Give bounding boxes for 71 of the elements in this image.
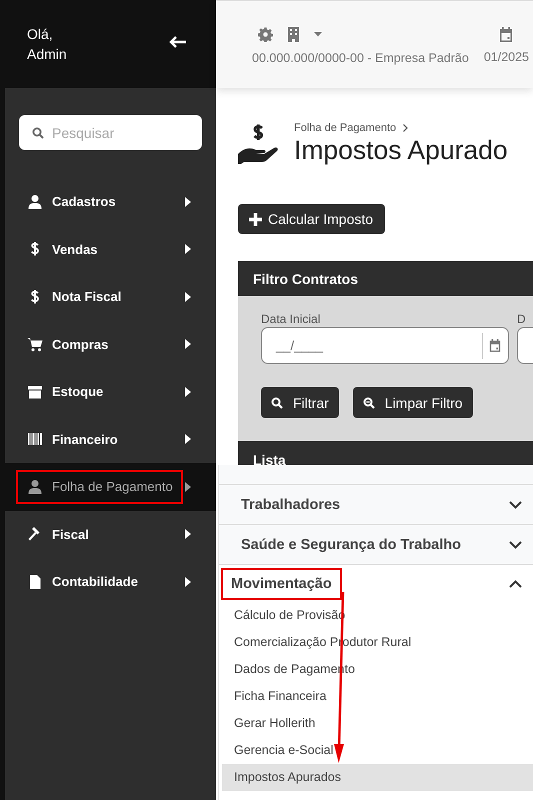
zoom-out-icon	[362, 396, 375, 408]
chevron-down-icon	[509, 500, 522, 508]
menu-item[interactable]: Fiscal	[5, 510, 216, 558]
chevron-right-icon	[403, 124, 408, 132]
menu-label: Estoque	[52, 384, 104, 400]
chevron-down-icon	[509, 540, 522, 548]
cart-icon	[27, 336, 43, 352]
caret-icon	[185, 196, 191, 207]
section-title: Saúde e Segurança do Trabalho	[240, 536, 462, 554]
section-title: Trabalhadores	[240, 496, 342, 514]
submenu-item[interactable]: Gerencia e-Social	[222, 737, 533, 764]
menu-item[interactable]: Estoque	[5, 368, 216, 416]
calculate-button[interactable]: Calcular Imposto	[238, 204, 386, 234]
greeting-text: Olá,	[27, 25, 54, 44]
caret-icon	[185, 529, 191, 540]
chevron-up-icon	[509, 580, 522, 588]
menu-item[interactable]: Compras	[5, 320, 216, 368]
caret-icon[interactable]	[314, 32, 322, 37]
panel-title: Filtro Contratos	[253, 270, 358, 286]
back-arrow-icon[interactable]	[169, 36, 187, 48]
menu-label: Financeiro	[52, 432, 118, 447]
date-field[interactable]: __/____	[261, 327, 509, 364]
caret-icon	[185, 386, 191, 397]
caret-icon	[185, 434, 191, 444]
menu-item[interactable]: Nota Fiscal	[5, 273, 216, 320]
user-name: Admin	[27, 45, 67, 64]
person-icon	[27, 194, 43, 210]
archive-icon	[27, 384, 43, 400]
breadcrumb-link[interactable]: Folha de Pagamento	[294, 122, 396, 134]
submenu-item[interactable]: Impostos Apurados	[222, 764, 533, 791]
period-text: 01/2025	[484, 50, 530, 64]
submenu-section[interactable]: Trabalhadores	[219, 485, 533, 525]
field-label: D	[517, 312, 527, 326]
menu-item[interactable]: Financeiro	[5, 416, 216, 463]
menu-label: Nota Fiscal	[52, 289, 122, 304]
submenu-item[interactable]: Ficha Financeira	[222, 683, 533, 710]
menu-label: Compras	[52, 336, 108, 352]
company-name: 00.000.000/0000-00 - Empresa Padrão	[252, 51, 469, 65]
menu-item[interactable]: Vendas	[5, 226, 216, 273]
calendar-icon[interactable]	[499, 27, 514, 42]
caret-icon	[185, 244, 191, 254]
caret-icon	[185, 339, 191, 350]
search-icon	[271, 396, 283, 408]
menu-item[interactable]: Cadastros	[5, 178, 216, 226]
search-icon	[32, 127, 44, 139]
menu-label: Cadastros	[52, 194, 116, 210]
menu-label: Contabilidade	[52, 574, 138, 590]
section-title: Movimentação	[221, 568, 342, 600]
caret-icon	[185, 482, 191, 492]
filter-button[interactable]: Filtrar	[261, 387, 339, 418]
calendar-icon[interactable]	[489, 339, 501, 352]
file-icon	[27, 574, 43, 590]
building-icon[interactable]	[287, 27, 300, 42]
search-field[interactable]: Pesquisar	[19, 115, 202, 150]
submenu-item[interactable]: Gerar Hollerith	[222, 710, 533, 737]
submenu-section[interactable]: Saúde e Segurança do Trabalho	[219, 525, 533, 565]
field-label: Data Inicial	[261, 312, 322, 326]
page-title: Impostos Apurado	[294, 134, 508, 166]
menu-label: Fiscal	[52, 526, 89, 542]
settings-icon[interactable]	[258, 27, 273, 42]
panel-title: Lista	[253, 452, 286, 468]
caret-icon	[185, 292, 191, 302]
plus-icon	[249, 212, 262, 226]
menu-label: Folha de Pagamento	[52, 479, 173, 494]
menu-item[interactable]: Folha de Pagamento	[5, 463, 216, 510]
menu-label: Vendas	[52, 242, 98, 257]
clear-filter-button[interactable]: Limpar Filtro	[352, 387, 473, 418]
person-icon	[27, 478, 43, 495]
barcode-icon	[27, 431, 43, 448]
menu-item[interactable]: Contabilidade	[5, 558, 216, 606]
caret-icon	[185, 576, 191, 587]
